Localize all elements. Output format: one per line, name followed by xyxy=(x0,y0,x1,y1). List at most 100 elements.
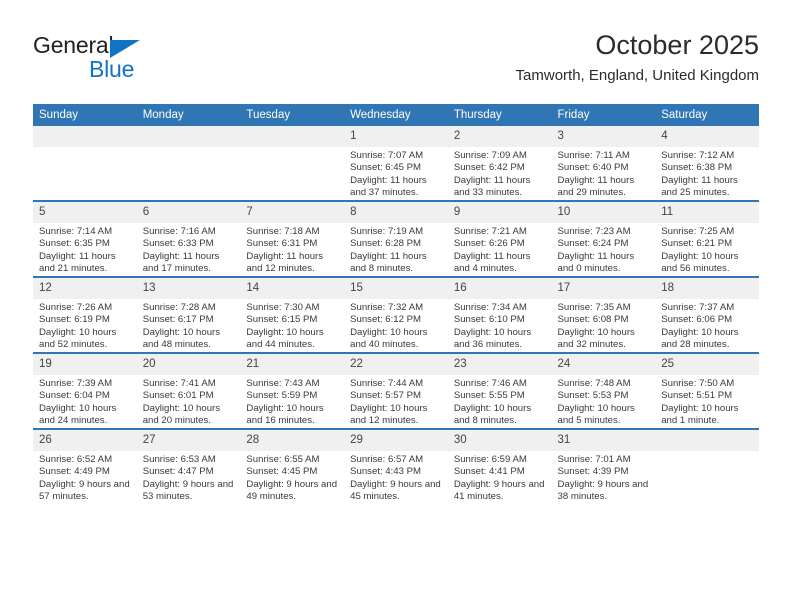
calendar-cell[interactable]: 29 Sunrise: 6:57 AM Sunset: 4:43 PM Dayligh… xyxy=(344,428,448,504)
sunset-text: Sunset: 6:17 PM xyxy=(142,314,214,326)
sunrise-text: Sunrise: 7:32 AM xyxy=(350,302,424,313)
calendar-cell[interactable]: 19 Sunrise: 7:39 AM Sunset: 6:04 PM Dayligh… xyxy=(33,352,137,429)
day-number xyxy=(136,126,241,147)
calendar-week-row: 19 Sunrise: 7:39 AM Sunset: 6:04 PM Dayligh… xyxy=(33,352,759,429)
sunset-text: Sunset: 6:01 PM xyxy=(142,390,214,402)
day-cell: 12 Sunrise: 7:26 AM Sunset: 6:19 PM Dayligh… xyxy=(33,278,137,352)
calendar-cell[interactable]: 11 Sunrise: 7:25 AM Sunset: 6:21 PM Dayligh… xyxy=(655,200,759,277)
calendar-week-row: 12 Sunrise: 7:26 AM Sunset: 6:19 PM Dayligh… xyxy=(33,276,759,353)
sunrise-text: Sunrise: 7:48 AM xyxy=(557,378,631,389)
day-details: Sunrise: 6:59 AM Sunset: 4:41 PM Daylight:… xyxy=(448,451,552,503)
calendar-cell[interactable]: 3 Sunrise: 7:11 AM Sunset: 6:40 PM Daylight… xyxy=(551,126,656,201)
calendar-cell[interactable]: 9 Sunrise: 7:21 AM Sunset: 6:26 PM Daylight… xyxy=(447,200,552,277)
day-details: Sunrise: 7:25 AM Sunset: 6:21 PM Daylight:… xyxy=(655,223,759,275)
calendar-cell[interactable]: 2 Sunrise: 7:09 AM Sunset: 6:42 PM Daylight… xyxy=(447,126,552,201)
sunrise-text: Sunrise: 7:23 AM xyxy=(557,226,631,237)
day-number: 11 xyxy=(655,202,759,223)
day-number: 12 xyxy=(33,278,137,299)
daylight-text: Daylight: 9 hours and 45 minutes. xyxy=(350,478,441,502)
calendar-cell[interactable]: 25 Sunrise: 7:50 AM Sunset: 5:51 PM Dayligh… xyxy=(655,352,759,429)
day-details: Sunrise: 7:12 AM Sunset: 6:38 PM Daylight:… xyxy=(655,147,759,199)
day-number: 18 xyxy=(655,278,759,299)
daylight-text: Daylight: 9 hours and 49 minutes. xyxy=(246,478,338,502)
sunset-text: Sunset: 5:59 PM xyxy=(246,390,318,402)
day-number: 13 xyxy=(136,278,241,299)
calendar-week-row: 5 Sunrise: 7:14 AM Sunset: 6:35 PM Daylight… xyxy=(33,200,759,277)
calendar-cell[interactable]: 31 Sunrise: 7:01 AM Sunset: 4:39 PM Dayligh… xyxy=(551,428,656,504)
sunrise-text: Sunrise: 7:16 AM xyxy=(142,226,216,237)
day-details: Sunrise: 7:28 AM Sunset: 6:17 PM Daylight:… xyxy=(137,299,241,351)
day-details: Sunrise: 7:41 AM Sunset: 6:01 PM Daylight:… xyxy=(137,375,241,427)
calendar-cell[interactable]: 12 Sunrise: 7:26 AM Sunset: 6:19 PM Dayligh… xyxy=(33,276,137,353)
day-cell: 26 Sunrise: 6:52 AM Sunset: 4:49 PM Dayligh… xyxy=(33,430,137,504)
calendar-cell[interactable]: 1 Sunrise: 7:07 AM Sunset: 6:45 PM Daylight… xyxy=(344,126,448,201)
day-cell: 3 Sunrise: 7:11 AM Sunset: 6:40 PM Daylight… xyxy=(551,126,656,200)
day-details: Sunrise: 7:43 AM Sunset: 5:59 PM Daylight:… xyxy=(240,375,344,427)
brand-logo: General Blue xyxy=(33,32,253,92)
sunrise-text: Sunrise: 7:46 AM xyxy=(453,378,527,389)
calendar-cell[interactable]: 4 Sunrise: 7:12 AM Sunset: 6:38 PM Daylight… xyxy=(655,126,759,201)
sunrise-text: Sunrise: 6:57 AM xyxy=(350,454,424,465)
sunset-text: Sunset: 4:41 PM xyxy=(453,466,525,478)
day-cell: 8 Sunrise: 7:19 AM Sunset: 6:28 PM Daylight… xyxy=(344,202,448,276)
calendar-cell[interactable]: 21 Sunrise: 7:43 AM Sunset: 5:59 PM Dayligh… xyxy=(240,352,345,429)
page-title: October 2025 xyxy=(595,30,759,60)
calendar-cell[interactable]: 22 Sunrise: 7:44 AM Sunset: 5:57 PM Dayligh… xyxy=(344,352,448,429)
calendar-cell[interactable]: 14 Sunrise: 7:30 AM Sunset: 6:15 PM Dayligh… xyxy=(240,276,345,353)
calendar-cell[interactable]: 5 Sunrise: 7:14 AM Sunset: 6:35 PM Daylight… xyxy=(33,200,137,277)
calendar-cell[interactable]: 8 Sunrise: 7:19 AM Sunset: 6:28 PM Daylight… xyxy=(344,200,448,277)
calendar-body: 1 Sunrise: 7:07 AM Sunset: 6:45 PM Daylight… xyxy=(33,126,759,504)
sunset-text: Sunset: 6:21 PM xyxy=(661,238,733,250)
calendar-cell[interactable]: 6 Sunrise: 7:16 AM Sunset: 6:33 PM Daylight… xyxy=(136,200,241,277)
calendar-cell[interactable]: 16 Sunrise: 7:34 AM Sunset: 6:10 PM Dayligh… xyxy=(447,276,552,353)
day-details: Sunrise: 6:53 AM Sunset: 4:47 PM Daylight:… xyxy=(137,451,241,503)
day-cell: 2 Sunrise: 7:09 AM Sunset: 6:42 PM Daylight… xyxy=(447,126,552,200)
day-cell: 11 Sunrise: 7:25 AM Sunset: 6:21 PM Dayligh… xyxy=(655,202,759,276)
daylight-text: Daylight: 10 hours and 5 minutes. xyxy=(557,402,635,426)
calendar-cell[interactable]: 18 Sunrise: 7:37 AM Sunset: 6:06 PM Dayligh… xyxy=(655,276,759,353)
calendar-cell[interactable]: 10 Sunrise: 7:23 AM Sunset: 6:24 PM Dayligh… xyxy=(551,200,656,277)
daylight-text: Daylight: 10 hours and 20 minutes. xyxy=(142,402,221,426)
day-number: 17 xyxy=(551,278,656,299)
day-cell: 17 Sunrise: 7:35 AM Sunset: 6:08 PM Dayligh… xyxy=(551,278,656,352)
day-details: Sunrise: 7:37 AM Sunset: 6:06 PM Daylight:… xyxy=(655,299,759,351)
calendar-cell[interactable]: 17 Sunrise: 7:35 AM Sunset: 6:08 PM Dayligh… xyxy=(551,276,656,353)
calendar-cell-empty xyxy=(136,126,241,201)
sunrise-text: Sunrise: 7:14 AM xyxy=(39,226,113,237)
calendar-cell[interactable]: 28 Sunrise: 6:55 AM Sunset: 4:45 PM Dayligh… xyxy=(240,428,345,504)
day-cell: 5 Sunrise: 7:14 AM Sunset: 6:35 PM Daylight… xyxy=(33,202,137,276)
calendar-week-row: 1 Sunrise: 7:07 AM Sunset: 6:45 PM Daylight… xyxy=(33,126,759,201)
day-cell: 29 Sunrise: 6:57 AM Sunset: 4:43 PM Dayligh… xyxy=(344,430,448,504)
sunset-text: Sunset: 4:47 PM xyxy=(142,466,214,478)
day-details: Sunrise: 7:26 AM Sunset: 6:19 PM Daylight:… xyxy=(33,299,137,351)
calendar-cell[interactable]: 23 Sunrise: 7:46 AM Sunset: 5:55 PM Dayligh… xyxy=(447,352,552,429)
brand-name-general: General xyxy=(33,32,114,58)
day-cell: 27 Sunrise: 6:53 AM Sunset: 4:47 PM Dayligh… xyxy=(136,430,241,504)
sunset-text: Sunset: 4:49 PM xyxy=(39,466,110,478)
sunset-text: Sunset: 6:33 PM xyxy=(142,238,214,250)
calendar-cell[interactable]: 30 Sunrise: 6:59 AM Sunset: 4:41 PM Dayligh… xyxy=(447,428,552,504)
sunset-text: Sunset: 4:39 PM xyxy=(557,466,629,478)
calendar-cell[interactable]: 24 Sunrise: 7:48 AM Sunset: 5:53 PM Dayligh… xyxy=(551,352,656,429)
day-cell xyxy=(33,126,137,200)
calendar-cell[interactable]: 20 Sunrise: 7:41 AM Sunset: 6:01 PM Dayligh… xyxy=(136,352,241,429)
sunset-text: Sunset: 6:45 PM xyxy=(350,162,422,174)
day-details: Sunrise: 7:30 AM Sunset: 6:15 PM Daylight:… xyxy=(240,299,344,351)
day-cell: 16 Sunrise: 7:34 AM Sunset: 6:10 PM Dayligh… xyxy=(447,278,552,352)
day-number: 27 xyxy=(136,430,241,451)
sunset-text: Sunset: 6:24 PM xyxy=(557,238,629,250)
sunset-text: Sunset: 6:31 PM xyxy=(246,238,318,250)
page-header: General Blue October 2025 Tamworth, Engl… xyxy=(33,28,759,100)
sunrise-text: Sunrise: 7:35 AM xyxy=(557,302,631,313)
calendar-cell[interactable]: 27 Sunrise: 6:53 AM Sunset: 4:47 PM Dayligh… xyxy=(136,428,241,504)
calendar-cell[interactable]: 7 Sunrise: 7:18 AM Sunset: 6:31 PM Daylight… xyxy=(240,200,345,277)
calendar-cell[interactable]: 26 Sunrise: 6:52 AM Sunset: 4:49 PM Dayligh… xyxy=(33,428,137,504)
calendar-cell[interactable]: 15 Sunrise: 7:32 AM Sunset: 6:12 PM Dayligh… xyxy=(344,276,448,353)
day-number: 14 xyxy=(240,278,345,299)
sunset-text: Sunset: 5:57 PM xyxy=(350,390,422,402)
calendar-cell[interactable]: 13 Sunrise: 7:28 AM Sunset: 6:17 PM Dayligh… xyxy=(136,276,241,353)
page-subtitle: Tamworth, England, United Kingdom xyxy=(515,67,759,84)
day-number: 19 xyxy=(33,354,137,375)
sunset-text: Sunset: 6:12 PM xyxy=(350,314,422,326)
day-details: Sunrise: 7:50 AM Sunset: 5:51 PM Daylight:… xyxy=(655,375,759,427)
